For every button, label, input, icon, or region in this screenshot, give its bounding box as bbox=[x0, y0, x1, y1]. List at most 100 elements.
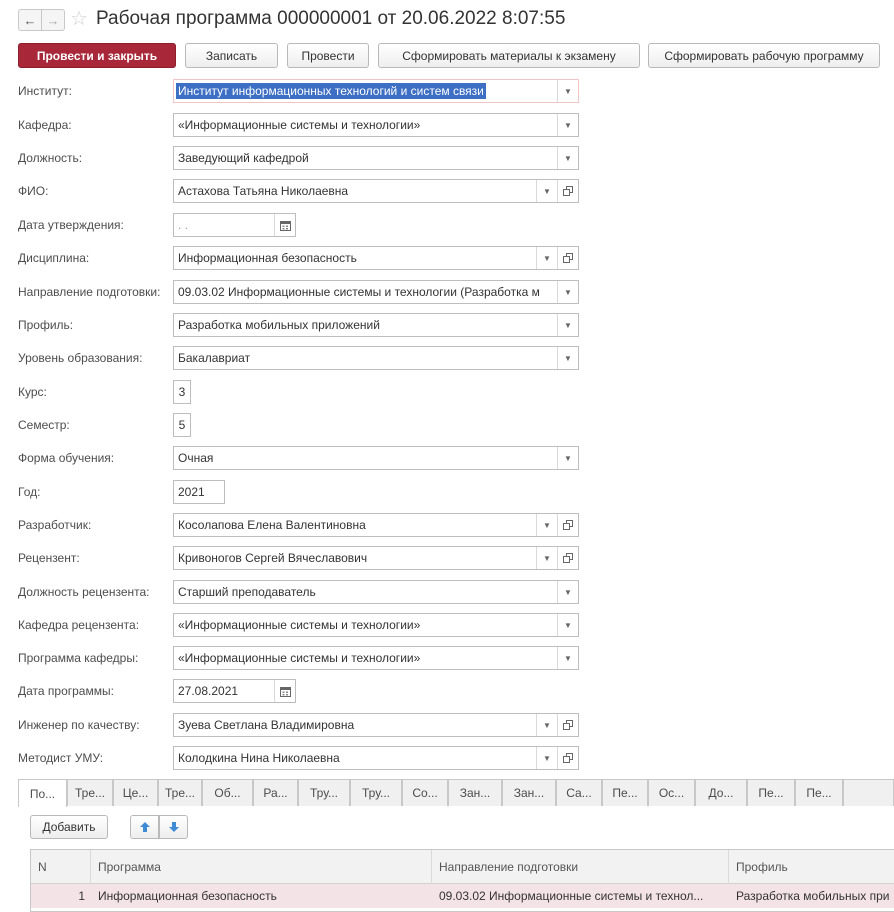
tab-strip: По... Тре... Це... Тре... Об... Ра... Тр… bbox=[18, 779, 894, 807]
developer-field[interactable]: Косолапова Елена Валентиновна ▼ bbox=[173, 513, 579, 537]
column-header-direction[interactable]: Направление подготовки bbox=[432, 850, 729, 884]
open-form-icon[interactable] bbox=[557, 247, 578, 269]
dropdown-arrow-icon[interactable]: ▼ bbox=[557, 647, 578, 669]
reviewer-department-field[interactable]: «Информационные системы и технологии» ▼ bbox=[173, 613, 579, 637]
year-field[interactable]: 2021 bbox=[173, 480, 225, 504]
edu-level-label: Уровень образования: bbox=[18, 351, 143, 365]
dropdown-arrow-icon[interactable]: ▼ bbox=[557, 80, 578, 102]
tab-5[interactable]: Об... bbox=[202, 779, 253, 806]
dropdown-arrow-icon[interactable]: ▼ bbox=[536, 180, 557, 202]
tab-16[interactable]: Пе... bbox=[747, 779, 795, 806]
tab-18[interactable] bbox=[843, 779, 894, 806]
edu-level-field[interactable]: Бакалавриат ▼ bbox=[173, 346, 579, 370]
window-header: ← → ☆ Рабочая программа 000000001 от 20.… bbox=[0, 0, 894, 40]
calendar-icon[interactable] bbox=[274, 214, 295, 236]
dropdown-arrow-icon[interactable]: ▼ bbox=[536, 547, 557, 569]
open-form-icon[interactable] bbox=[557, 514, 578, 536]
table-row[interactable]: 1 Информационная безопасность 09.03.02 И… bbox=[31, 884, 894, 908]
quality-engineer-field[interactable]: Зуева Светлана Владимировна ▼ bbox=[173, 713, 579, 737]
profile-field[interactable]: Разработка мобильных приложений ▼ bbox=[173, 313, 579, 337]
generate-exam-materials-button[interactable]: Сформировать материалы к экзамену bbox=[378, 43, 640, 68]
course-label: Курс: bbox=[18, 385, 47, 399]
favorite-star-icon[interactable]: ☆ bbox=[70, 6, 88, 31]
column-header-n[interactable]: N bbox=[31, 850, 91, 884]
position-label: Должность: bbox=[18, 151, 83, 165]
dropdown-arrow-icon[interactable]: ▼ bbox=[557, 447, 578, 469]
institute-field[interactable]: Институт информационных технологий и сис… bbox=[173, 79, 579, 103]
tab-8[interactable]: Тру... bbox=[350, 779, 402, 806]
add-button[interactable]: Добавить bbox=[30, 815, 108, 839]
dropdown-arrow-icon[interactable]: ▼ bbox=[557, 281, 578, 303]
dropdown-arrow-icon[interactable]: ▼ bbox=[557, 614, 578, 636]
move-down-icon[interactable] bbox=[159, 815, 188, 839]
tab-9[interactable]: Со... bbox=[402, 779, 448, 806]
direction-row: Направление подготовки: 09.03.02 Информа… bbox=[0, 280, 894, 306]
post-button[interactable]: Провести bbox=[287, 43, 369, 68]
department-label: Кафедра: bbox=[18, 118, 72, 132]
methodist-label: Методист УМУ: bbox=[18, 751, 104, 765]
program-department-row: Программа кафедры: «Информационные систе… bbox=[0, 646, 894, 672]
dropdown-arrow-icon[interactable]: ▼ bbox=[557, 314, 578, 336]
semester-field[interactable]: 5 bbox=[173, 413, 191, 437]
direction-field[interactable]: 09.03.02 Информационные системы и технол… bbox=[173, 280, 579, 304]
year-value: 2021 bbox=[178, 485, 205, 499]
approval-date-field[interactable]: . . bbox=[173, 213, 296, 237]
program-date-field[interactable]: 27.08.2021 bbox=[173, 679, 296, 703]
column-header-profile[interactable]: Профиль bbox=[729, 850, 894, 884]
dropdown-arrow-icon[interactable]: ▼ bbox=[536, 747, 557, 769]
tab-4[interactable]: Тре... bbox=[158, 779, 202, 806]
tab-2[interactable]: Тре... bbox=[67, 779, 113, 806]
open-form-icon[interactable] bbox=[557, 180, 578, 202]
approval-date-label: Дата утверждения: bbox=[18, 218, 124, 232]
reviewer-field[interactable]: Кривоногов Сергей Вячеславович ▼ bbox=[173, 546, 579, 570]
developer-label: Разработчик: bbox=[18, 518, 92, 532]
calendar-icon[interactable] bbox=[274, 680, 295, 702]
tab-14[interactable]: Ос... bbox=[648, 779, 695, 806]
program-department-field[interactable]: «Информационные системы и технологии» ▼ bbox=[173, 646, 579, 670]
dropdown-arrow-icon[interactable]: ▼ bbox=[536, 514, 557, 536]
move-up-icon[interactable] bbox=[130, 815, 159, 839]
tab-6[interactable]: Ра... bbox=[253, 779, 298, 806]
methodist-value: Колодкина Нина Николаевна bbox=[178, 751, 340, 765]
tab-13[interactable]: Пе... bbox=[602, 779, 648, 806]
methodist-field[interactable]: Колодкина Нина Николаевна ▼ bbox=[173, 746, 579, 770]
write-button[interactable]: Записать bbox=[185, 43, 278, 68]
open-form-icon[interactable] bbox=[557, 714, 578, 736]
forward-arrow-icon[interactable]: → bbox=[41, 9, 65, 31]
tab-10[interactable]: Зан... bbox=[448, 779, 502, 806]
position-row: Должность: Заведующий кафедрой ▼ bbox=[0, 146, 894, 172]
reviewer-position-label: Должность рецензента: bbox=[18, 585, 150, 599]
dropdown-arrow-icon[interactable]: ▼ bbox=[557, 114, 578, 136]
department-field[interactable]: «Информационные системы и технологии» ▼ bbox=[173, 113, 579, 137]
study-form-field[interactable]: Очная ▼ bbox=[173, 446, 579, 470]
post-and-close-button[interactable]: Провести и закрыть bbox=[18, 43, 176, 68]
open-form-icon[interactable] bbox=[557, 547, 578, 569]
methodist-row: Методист УМУ: Колодкина Нина Николаевна … bbox=[0, 746, 894, 772]
tab-15[interactable]: До... bbox=[695, 779, 747, 806]
column-header-program[interactable]: Программа bbox=[91, 850, 432, 884]
program-date-row: Дата программы: 27.08.2021 bbox=[0, 679, 894, 705]
tab-12[interactable]: Са... bbox=[556, 779, 602, 806]
back-arrow-icon[interactable]: ← bbox=[18, 9, 42, 31]
open-form-icon[interactable] bbox=[557, 747, 578, 769]
position-value: Заведующий кафедрой bbox=[178, 151, 309, 165]
tab-17[interactable]: Пе... bbox=[795, 779, 843, 806]
generate-work-program-button[interactable]: Сформировать рабочую программу bbox=[648, 43, 880, 68]
discipline-field[interactable]: Информационная безопасность ▼ bbox=[173, 246, 579, 270]
fio-label: ФИО: bbox=[18, 184, 49, 198]
position-field[interactable]: Заведующий кафедрой ▼ bbox=[173, 146, 579, 170]
tab-1[interactable]: По... bbox=[18, 779, 67, 807]
dropdown-arrow-icon[interactable]: ▼ bbox=[536, 247, 557, 269]
tab-7[interactable]: Тру... bbox=[298, 779, 350, 806]
tab-3[interactable]: Це... bbox=[113, 779, 158, 806]
dropdown-arrow-icon[interactable]: ▼ bbox=[557, 581, 578, 603]
course-field[interactable]: 3 bbox=[173, 380, 191, 404]
tab-11[interactable]: Зан... bbox=[502, 779, 556, 806]
year-row: Год: 2021 bbox=[0, 480, 894, 506]
reviewer-position-field[interactable]: Старший преподаватель ▼ bbox=[173, 580, 579, 604]
programs-table: N Программа Направление подготовки Профи… bbox=[30, 849, 894, 912]
dropdown-arrow-icon[interactable]: ▼ bbox=[557, 347, 578, 369]
dropdown-arrow-icon[interactable]: ▼ bbox=[557, 147, 578, 169]
dropdown-arrow-icon[interactable]: ▼ bbox=[536, 714, 557, 736]
fio-field[interactable]: Астахова Татьяна Николаевна ▼ bbox=[173, 179, 579, 203]
